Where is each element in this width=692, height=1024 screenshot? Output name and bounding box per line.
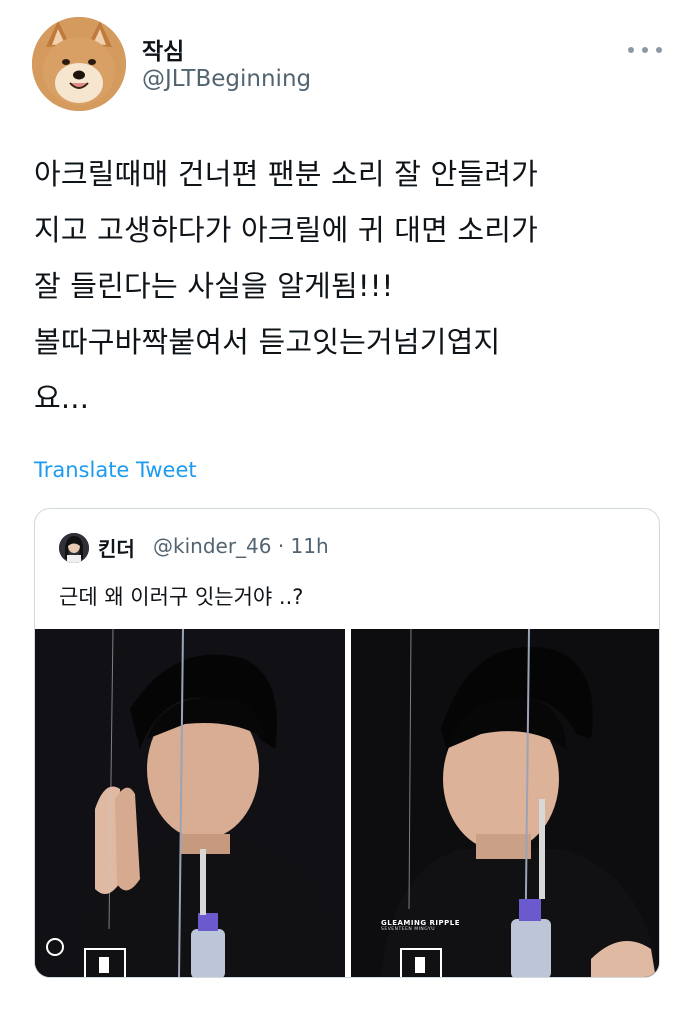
author-handle[interactable]: @JLTBeginning bbox=[142, 66, 311, 92]
translate-tweet-link[interactable]: Translate Tweet bbox=[34, 458, 197, 482]
more-horizontal-icon[interactable] bbox=[628, 44, 662, 56]
tweet-page: 작심 @JLTBeginning 아크릴때매 건너편 팬분 소리 잘 안들려가 … bbox=[0, 0, 692, 1024]
quoted-tweet-card[interactable]: 킨더 @kinder_46 · 11h 근데 왜 이러구 잇는거야 ..? GL… bbox=[34, 508, 660, 978]
quoted-photo-2[interactable]: GLEAMING RIPPLE SEVENTEEN MINGYU bbox=[351, 629, 659, 977]
photo-watermark: GLEAMING RIPPLE SEVENTEEN MINGYU bbox=[381, 919, 460, 932]
quoted-handle-time: @kinder_46 · 11h bbox=[153, 534, 329, 558]
shiba-dog-avatar-icon bbox=[32, 17, 126, 111]
quoted-author-avatar bbox=[59, 533, 89, 563]
author-avatar[interactable] bbox=[32, 17, 126, 111]
author-display-name[interactable]: 작심 bbox=[142, 32, 184, 66]
quoted-photo-1[interactable] bbox=[35, 629, 345, 977]
tweet-text: 아크릴때매 건너편 팬분 소리 잘 안들려가 지고 고생하다가 아크릴에 귀 대… bbox=[34, 157, 539, 415]
photo-watermark-subtitle: SEVENTEEN MINGYU bbox=[381, 927, 436, 932]
photo-watermark-title: GLEAMING RIPPLE bbox=[381, 919, 461, 927]
quoted-text: 근데 왜 이러구 잇는거야 ..? bbox=[59, 585, 304, 609]
quoted-display-name: 킨더 bbox=[98, 537, 135, 561]
